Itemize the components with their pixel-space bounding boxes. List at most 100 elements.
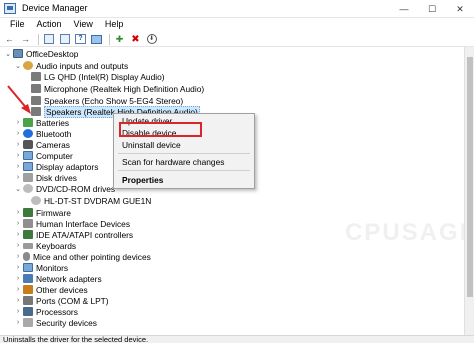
forward-button[interactable]: → <box>19 33 32 45</box>
tree-item-dvd-drive[interactable]: HL-DT-ST DVDRAM GUE1N <box>30 195 151 206</box>
dvd-icon <box>23 184 33 193</box>
tree-item-network[interactable]: › Network adapters <box>14 273 102 284</box>
tree-item-keyboards[interactable]: › Keyboards <box>14 240 76 251</box>
properties-icon <box>59 34 70 44</box>
properties-button[interactable] <box>58 33 71 45</box>
tree-item-monitors[interactable]: › Monitors <box>14 262 68 273</box>
chevron-right-icon[interactable]: › <box>14 319 22 326</box>
chevron-right-icon[interactable]: › <box>14 275 22 282</box>
tree-item-disk[interactable]: › Disk drives <box>14 172 77 183</box>
monitor-icon <box>91 34 102 44</box>
menu-help[interactable]: Help <box>99 18 130 32</box>
microphone-icon <box>31 84 41 93</box>
tree-item-ide[interactable]: › IDE ATA/ATAPI controllers <box>14 229 133 240</box>
chevron-right-icon[interactable]: › <box>14 174 22 181</box>
tree-item-echo-speakers[interactable]: Speakers (Echo Show 5-EG4 Stereo) <box>30 95 183 106</box>
tree-item-security[interactable]: › Security devices <box>14 317 97 328</box>
tree-root[interactable]: ⌄ OfficeDesktop <box>4 48 78 59</box>
processor-icon <box>23 307 33 316</box>
tree-item-bluetooth[interactable]: › Bluetooth <box>14 128 72 139</box>
chevron-right-icon[interactable]: › <box>14 264 22 271</box>
chevron-right-icon[interactable]: › <box>14 119 22 126</box>
tree-item-batteries[interactable]: › Batteries <box>14 117 69 128</box>
other-devices-icon <box>23 285 33 294</box>
title-bar: Device Manager — ☐ ✕ <box>0 0 474 18</box>
firmware-icon <box>23 208 33 217</box>
chevron-right-icon[interactable]: › <box>14 253 22 260</box>
maximize-button[interactable]: ☐ <box>418 0 446 18</box>
help-button[interactable]: ? <box>74 33 87 45</box>
window-controls: — ☐ ✕ <box>390 0 474 18</box>
chevron-right-icon[interactable]: › <box>14 130 22 137</box>
highlight-box <box>119 122 202 137</box>
show-hide-console-tree-button[interactable] <box>42 33 55 45</box>
uninstall-device-menu-item[interactable]: Uninstall device <box>114 139 254 151</box>
toolbar-divider <box>38 33 39 45</box>
chevron-right-icon[interactable]: › <box>14 231 22 238</box>
tree-item-label: Keyboards <box>36 240 77 251</box>
tree-item-firmware[interactable]: › Firmware <box>14 207 71 218</box>
tree-item-microphone[interactable]: Microphone (Realtek High Definition Audi… <box>30 83 204 94</box>
tree-item-lg-audio[interactable]: LG QHD (Intel(R) Display Audio) <box>30 71 165 82</box>
chevron-right-icon[interactable]: › <box>14 242 22 249</box>
tree-item-label: Microphone (Realtek High Definition Audi… <box>44 83 205 94</box>
scan-hardware-button[interactable] <box>90 33 103 45</box>
properties-menu-item[interactable]: Properties <box>114 174 254 186</box>
disk-icon <box>23 173 33 182</box>
window-title: Device Manager <box>22 3 88 13</box>
tree-item-label: Bluetooth <box>36 128 72 139</box>
hid-icon <box>23 219 33 228</box>
tree-item-display[interactable]: › Display adaptors <box>14 161 99 172</box>
chevron-down-icon[interactable]: ⌄ <box>14 62 22 70</box>
update-driver-icon: ⬇ <box>146 34 157 44</box>
chevron-right-icon[interactable]: › <box>14 220 22 227</box>
chevron-right-icon[interactable]: › <box>14 297 22 304</box>
back-button[interactable]: ← <box>3 33 16 45</box>
scan-hardware-menu-item[interactable]: Scan for hardware changes <box>114 156 254 168</box>
update-driver-button[interactable]: ⬇ <box>145 33 158 45</box>
tree-item-label: HL-DT-ST DVDRAM GUE1N <box>44 195 152 206</box>
menu-bar: File Action View Help <box>0 18 474 32</box>
tree-item-computer[interactable]: › Computer <box>14 150 73 161</box>
enable-device-button[interactable]: ✚ <box>113 33 126 45</box>
tree-item-processors[interactable]: › Processors <box>14 306 78 317</box>
tree-item-label: Firmware <box>36 207 71 218</box>
tree-item-audio[interactable]: ⌄ Audio inputs and outputs <box>14 60 128 71</box>
chevron-right-icon[interactable]: › <box>14 141 22 148</box>
chevron-right-icon[interactable]: › <box>14 286 22 293</box>
tree-item-label: Audio inputs and outputs <box>36 60 129 71</box>
close-button[interactable]: ✕ <box>446 0 474 18</box>
chevron-right-icon[interactable]: › <box>14 209 22 216</box>
chevron-right-icon[interactable]: › <box>14 308 22 315</box>
tree-item-other[interactable]: › Other devices <box>14 284 88 295</box>
menu-file[interactable]: File <box>4 18 31 32</box>
bluetooth-icon <box>23 129 33 138</box>
toolbar-divider <box>109 33 110 45</box>
uninstall-device-button[interactable]: ✖ <box>129 33 142 45</box>
chevron-right-icon[interactable]: › <box>14 152 22 159</box>
dvd-icon <box>31 196 41 205</box>
tree-item-cameras[interactable]: › Cameras <box>14 139 70 150</box>
speaker-icon <box>31 72 41 81</box>
chevron-right-icon[interactable]: › <box>14 163 22 170</box>
scrollbar-thumb[interactable] <box>467 57 473 297</box>
menu-action[interactable]: Action <box>31 18 68 32</box>
menu-view[interactable]: View <box>68 18 99 32</box>
watermark-logo: CPUSAGE <box>345 219 474 246</box>
chevron-down-icon[interactable]: ⌄ <box>4 50 12 58</box>
tree-item-label: Speakers (Echo Show 5-EG4 Stereo) <box>44 95 184 106</box>
vertical-scrollbar[interactable] <box>464 47 474 335</box>
display-adapter-icon <box>23 162 33 171</box>
tree-item-label: Ports (COM & LPT) <box>36 295 109 306</box>
tree-item-dvd[interactable]: ⌄ DVD/CD-ROM drives <box>14 183 115 194</box>
menu-divider <box>118 170 250 171</box>
mouse-icon <box>23 252 30 261</box>
help-icon: ? <box>75 34 86 44</box>
tree-item-ports[interactable]: › Ports (COM & LPT) <box>14 295 109 306</box>
chevron-down-icon[interactable]: ⌄ <box>14 185 22 193</box>
tree-item-mice[interactable]: › Mice and other pointing devices <box>14 251 151 262</box>
minimize-button[interactable]: — <box>390 0 418 18</box>
security-device-icon <box>23 318 33 327</box>
tree-item-hid[interactable]: › Human Interface Devices <box>14 218 130 229</box>
keyboard-icon <box>23 242 33 249</box>
